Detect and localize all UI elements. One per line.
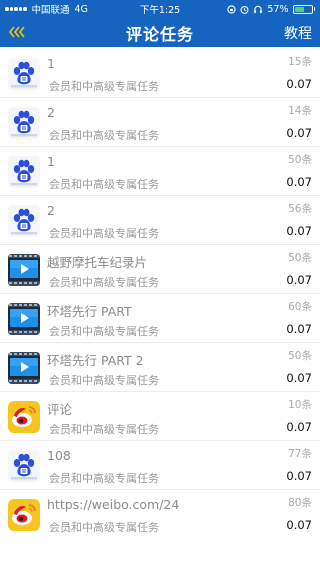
network-label: 4G bbox=[74, 3, 88, 15]
task-row[interactable]: https://weibo.com/24 会员和中高级专属任务 80条 0.07 bbox=[0, 490, 320, 539]
task-count: 14条 bbox=[288, 105, 312, 117]
task-price: 0.07 bbox=[286, 175, 312, 189]
baidu-paw-icon bbox=[8, 58, 40, 90]
task-title: 评论 bbox=[47, 402, 73, 417]
weibo-icon bbox=[8, 401, 40, 433]
baidu-paw-icon bbox=[8, 450, 40, 482]
task-count: 15条 bbox=[288, 56, 312, 68]
task-subtitle: 会员和中高级专属任务 bbox=[49, 80, 159, 93]
page-title: 评论任务 bbox=[125, 24, 194, 44]
video-player-icon bbox=[8, 352, 40, 384]
task-subtitle: 会员和中高级专属任务 bbox=[49, 423, 159, 436]
task-row[interactable]: 2 会员和中高级专属任务 14条 0.07 bbox=[0, 98, 320, 147]
task-subtitle: 会员和中高级专属任务 bbox=[49, 374, 159, 387]
task-title: 1 bbox=[47, 154, 55, 169]
task-price: 0.07 bbox=[286, 224, 312, 238]
task-title: 108 bbox=[47, 448, 71, 463]
headphones-icon bbox=[254, 5, 263, 13]
weibo-icon bbox=[8, 499, 40, 531]
task-price: 0.07 bbox=[286, 273, 312, 287]
task-price: 0.07 bbox=[286, 469, 312, 483]
status-right: 57% bbox=[227, 4, 315, 15]
task-subtitle: 会员和中高级专属任务 bbox=[49, 178, 159, 191]
task-list: 1 会员和中高级专属任务 15条 0.07 2 会员和中高级专属任务 14条 0.07 1 会员和… bbox=[0, 49, 320, 539]
task-title: 环塔先行 PART 2 bbox=[47, 353, 144, 368]
battery-percent: 57% bbox=[267, 3, 289, 15]
task-row[interactable]: 环塔先行 PART 2 会员和中高级专属任务 50条 0.07 bbox=[0, 343, 320, 392]
task-count: 50条 bbox=[288, 154, 312, 166]
task-title: 环塔先行 PART bbox=[47, 304, 132, 319]
baidu-paw-icon bbox=[8, 107, 40, 139]
task-subtitle: 会员和中高级专属任务 bbox=[49, 472, 159, 485]
task-count: 10条 bbox=[288, 399, 312, 411]
task-title: 2 bbox=[47, 203, 55, 218]
task-title: 1 bbox=[47, 56, 55, 71]
triple-chevron-left-icon bbox=[9, 26, 25, 38]
task-price: 0.07 bbox=[286, 322, 312, 336]
task-price: 0.07 bbox=[286, 371, 312, 385]
task-subtitle: 会员和中高级专属任务 bbox=[49, 276, 159, 289]
task-row[interactable]: 2 会员和中高级专属任务 56条 0.07 bbox=[0, 196, 320, 245]
task-subtitle: 会员和中高级专属任务 bbox=[49, 521, 159, 534]
video-player-icon bbox=[8, 254, 40, 286]
task-row[interactable]: 越野摩托车纪录片 会员和中高级专属任务 50条 0.07 bbox=[0, 245, 320, 294]
task-subtitle: 会员和中高级专属任务 bbox=[49, 227, 159, 240]
alarm-icon bbox=[240, 5, 249, 14]
task-price: 0.07 bbox=[286, 126, 312, 140]
video-player-icon bbox=[8, 303, 40, 335]
baidu-paw-icon bbox=[8, 156, 40, 188]
task-subtitle: 会员和中高级专属任务 bbox=[49, 129, 159, 142]
task-count: 80条 bbox=[288, 497, 312, 509]
tutorial-button[interactable]: 教程 bbox=[284, 23, 312, 43]
carrier-label: 中国联通 bbox=[31, 5, 70, 16]
task-count: 56条 bbox=[288, 203, 312, 215]
task-count: 50条 bbox=[288, 350, 312, 362]
task-count: 50条 bbox=[288, 252, 312, 264]
status-left: 中国联通 4G bbox=[5, 2, 227, 16]
task-row[interactable]: 1 会员和中高级专属任务 15条 0.07 bbox=[0, 49, 320, 98]
status-bar: 中国联通 4G 下午1:25 57% bbox=[0, 0, 320, 18]
task-row[interactable]: 108 会员和中高级专属任务 77条 0.07 bbox=[0, 441, 320, 490]
lock-rotation-icon bbox=[227, 4, 237, 14]
task-title: https://weibo.com/24 bbox=[47, 497, 180, 512]
nav-bar: 评论任务 教程 bbox=[0, 18, 320, 47]
task-subtitle: 会员和中高级专属任务 bbox=[49, 325, 159, 338]
battery-icon bbox=[292, 4, 315, 14]
task-price: 0.07 bbox=[286, 77, 312, 91]
task-price: 0.07 bbox=[286, 420, 312, 434]
signal-strength-icon bbox=[5, 7, 27, 11]
task-row[interactable]: 1 会员和中高级专属任务 50条 0.07 bbox=[0, 147, 320, 196]
task-row[interactable]: 评论会员和中高级专属任务 10条 0.07 bbox=[0, 392, 320, 441]
back-button[interactable] bbox=[9, 22, 33, 42]
task-price: 0.07 bbox=[286, 518, 312, 532]
task-title: 越野摩托车纪录片 bbox=[47, 255, 148, 270]
task-title: 2 bbox=[47, 105, 55, 120]
task-count: 77条 bbox=[288, 448, 312, 460]
task-count: 60条 bbox=[288, 301, 312, 313]
task-row[interactable]: 环塔先行 PART 会员和中高级专属任务 60条 0.07 bbox=[0, 294, 320, 343]
baidu-paw-icon bbox=[8, 205, 40, 237]
